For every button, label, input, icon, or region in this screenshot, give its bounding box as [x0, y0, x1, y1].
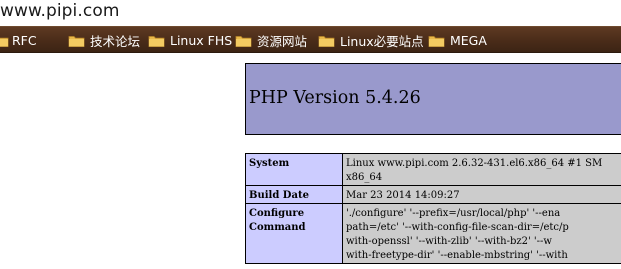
bookmark-tech-forum[interactable]: 技术论坛 [68, 27, 140, 53]
bookmark-rfc[interactable]: RFC [0, 27, 37, 53]
table-row: Build Date Mar 23 2014 14:09:27 [245, 185, 621, 204]
phpinfo-page: PHP Version 5.4.26 System Linux www.pipi… [0, 53, 621, 269]
bookmark-label: 资源网站 [257, 33, 308, 49]
row-key: System [245, 153, 343, 186]
row-value: './configure' '--prefix=/usr/local/php' … [342, 203, 621, 264]
bookmark-label: 技术论坛 [90, 33, 141, 49]
php-version-header: PHP Version 5.4.26 [245, 63, 621, 135]
folder-icon [148, 34, 165, 47]
folder-icon [428, 34, 445, 47]
bookmark-linux-essential-sites[interactable]: Linux必要站点 [318, 27, 424, 53]
bookmark-label: Linux FHS [170, 32, 233, 48]
value-line: x86_64 [346, 172, 383, 183]
value-line: with-openssl' '--with-zlib' '--with-bz2'… [346, 236, 552, 247]
bookmarks-bar: RFC 技术论坛 Linux FHS 资源网站 Linux必要站点 MEGA [0, 26, 621, 53]
row-value: Mar 23 2014 14:09:27 [342, 185, 621, 204]
folder-icon [318, 34, 335, 47]
row-key: Configure Command [245, 203, 343, 264]
table-row: System Linux www.pipi.com 2.6.32-431.el6… [245, 153, 621, 186]
bookmark-label: Linux必要站点 [340, 33, 424, 49]
row-key: Build Date [245, 185, 343, 204]
address-bar[interactable]: www.pipi.com [0, 0, 621, 26]
phpinfo-table: System Linux www.pipi.com 2.6.32-431.el6… [245, 153, 621, 264]
value-line: './configure' '--prefix=/usr/local/php' … [346, 208, 561, 219]
bookmark-mega[interactable]: MEGA [428, 27, 487, 53]
bookmark-label: MEGA [450, 32, 487, 48]
bookmark-label: RFC [12, 32, 37, 48]
folder-icon [0, 34, 9, 47]
table-row: Configure Command './configure' '--prefi… [245, 203, 621, 264]
value-line: Mar 23 2014 14:09:27 [346, 190, 460, 201]
page-title: PHP Version 5.4.26 [249, 88, 421, 108]
value-line: Linux www.pipi.com 2.6.32-431.el6.x86_64… [346, 158, 603, 169]
value-line: path=/etc' '--with-config-file-scan-dir=… [346, 222, 569, 233]
bookmark-linux-fhs[interactable]: Linux FHS [148, 27, 232, 53]
row-value: Linux www.pipi.com 2.6.32-431.el6.x86_64… [342, 153, 621, 186]
folder-icon [235, 34, 252, 47]
folder-icon [68, 34, 85, 47]
value-line: with-freetype-dir' '--enable-mbstring' '… [346, 250, 568, 261]
url-text[interactable]: www.pipi.com [0, 1, 120, 21]
bookmark-resource-sites[interactable]: 资源网站 [235, 27, 307, 53]
